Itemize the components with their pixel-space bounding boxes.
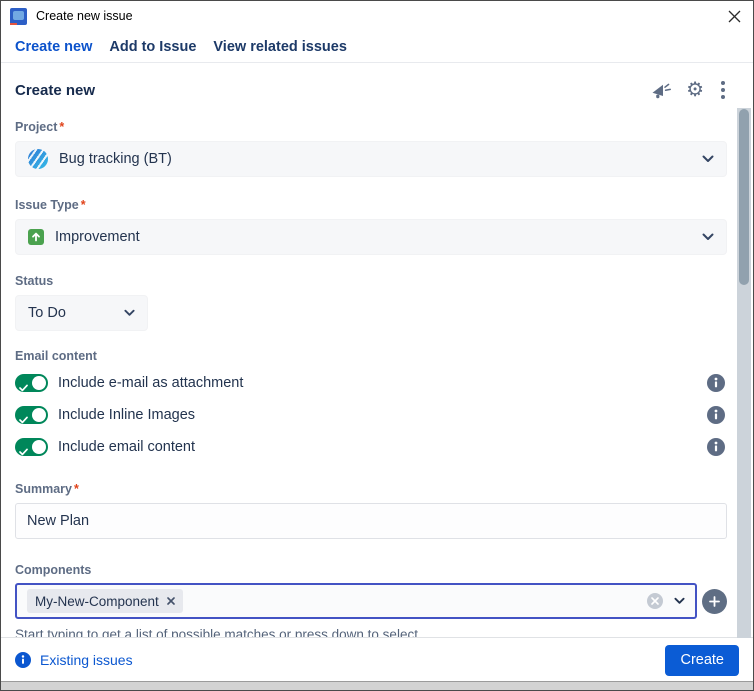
info-icon[interactable] [707,374,725,392]
section-heading: Create new [15,81,96,99]
form-panel: Create new ⚙ Project* Bug tracking (BT) [1,75,753,642]
required-asterisk: * [59,120,65,134]
component-chip: My-New-Component [27,589,183,613]
kebab-menu-icon[interactable] [719,79,727,101]
components-row: My-New-Component [15,583,727,619]
summary-label: Summary * [15,482,79,496]
status-select[interactable]: To Do [15,295,148,331]
issue-type-value: Improvement [55,229,140,245]
tab-add-to-issue[interactable]: Add to Issue [109,39,196,55]
toggle-row-attachment: Include e-mail as attachment [15,372,727,394]
scrollbar-thumb[interactable] [739,109,749,285]
existing-issues-label: Existing issues [40,652,133,668]
window-bottom-edge [1,681,753,690]
announcement-icon[interactable] [651,82,672,99]
gear-icon[interactable]: ⚙ [686,80,704,100]
existing-issues-link[interactable]: Existing issues [15,652,133,668]
app-icon-glyph [13,10,24,20]
window-title: Create new issue [36,9,133,23]
toggle-knob [32,440,46,454]
email-content-label: Email content [15,349,97,363]
toggle-label: Include email content [58,439,196,455]
components-label: Components [15,563,92,577]
remove-chip-icon[interactable] [166,597,175,605]
tab-create-new[interactable]: Create new [15,39,92,55]
required-asterisk: * [73,482,79,496]
chevron-down-icon [702,155,714,163]
create-new-issue-window: Create new issue Create new Add to Issue… [0,0,754,691]
toggle-include-email-attachment[interactable] [15,374,48,392]
summary-input[interactable] [15,503,727,539]
section-header: Create new ⚙ [15,75,727,105]
toggle-include-inline-images[interactable] [15,406,48,424]
components-input[interactable]: My-New-Component [15,583,697,619]
issue-type-label: Issue Type * [15,198,86,212]
tab-view-related-issues[interactable]: View related issues [213,39,347,55]
component-chip-label: My-New-Component [35,593,159,609]
toggle-knob [32,376,46,390]
project-select[interactable]: Bug tracking (BT) [15,141,727,177]
add-component-button[interactable] [702,588,727,614]
toggle-label: Include Inline Images [58,407,196,423]
tab-bar: Create new Add to Issue View related iss… [1,31,753,63]
create-button[interactable]: Create [665,644,739,676]
chevron-down-icon [124,309,135,317]
project-avatar-icon [28,149,48,169]
issue-type-select[interactable]: Improvement [15,219,727,255]
status-value: To Do [28,305,66,321]
required-asterisk: * [80,198,86,212]
toggle-include-email-content[interactable] [15,438,48,456]
toolbar: ⚙ [651,79,727,101]
chevron-down-icon [702,233,714,241]
status-label: Status [15,274,54,288]
footer: Existing issues Create [1,637,753,682]
improvement-type-icon [28,229,44,245]
app-icon-notch [10,22,17,25]
toggle-row-email-content: Include email content [15,436,727,458]
app-icon [10,7,27,25]
clear-field-icon[interactable] [647,593,663,609]
toggle-label: Include e-mail as attachment [58,375,244,391]
info-icon [15,652,31,668]
toggle-row-inline-images: Include Inline Images [15,404,727,426]
titlebar: Create new issue [1,1,753,31]
close-icon[interactable] [726,8,742,24]
project-label: Project * [15,120,65,134]
scrollbar[interactable] [737,108,751,638]
info-icon[interactable] [707,438,725,456]
info-icon[interactable] [707,406,725,424]
toggle-knob [32,408,46,422]
email-content-toggles: Include e-mail as attachment Include Inl… [15,372,727,458]
chevron-down-icon[interactable] [674,597,685,605]
project-value: Bug tracking (BT) [59,151,172,167]
